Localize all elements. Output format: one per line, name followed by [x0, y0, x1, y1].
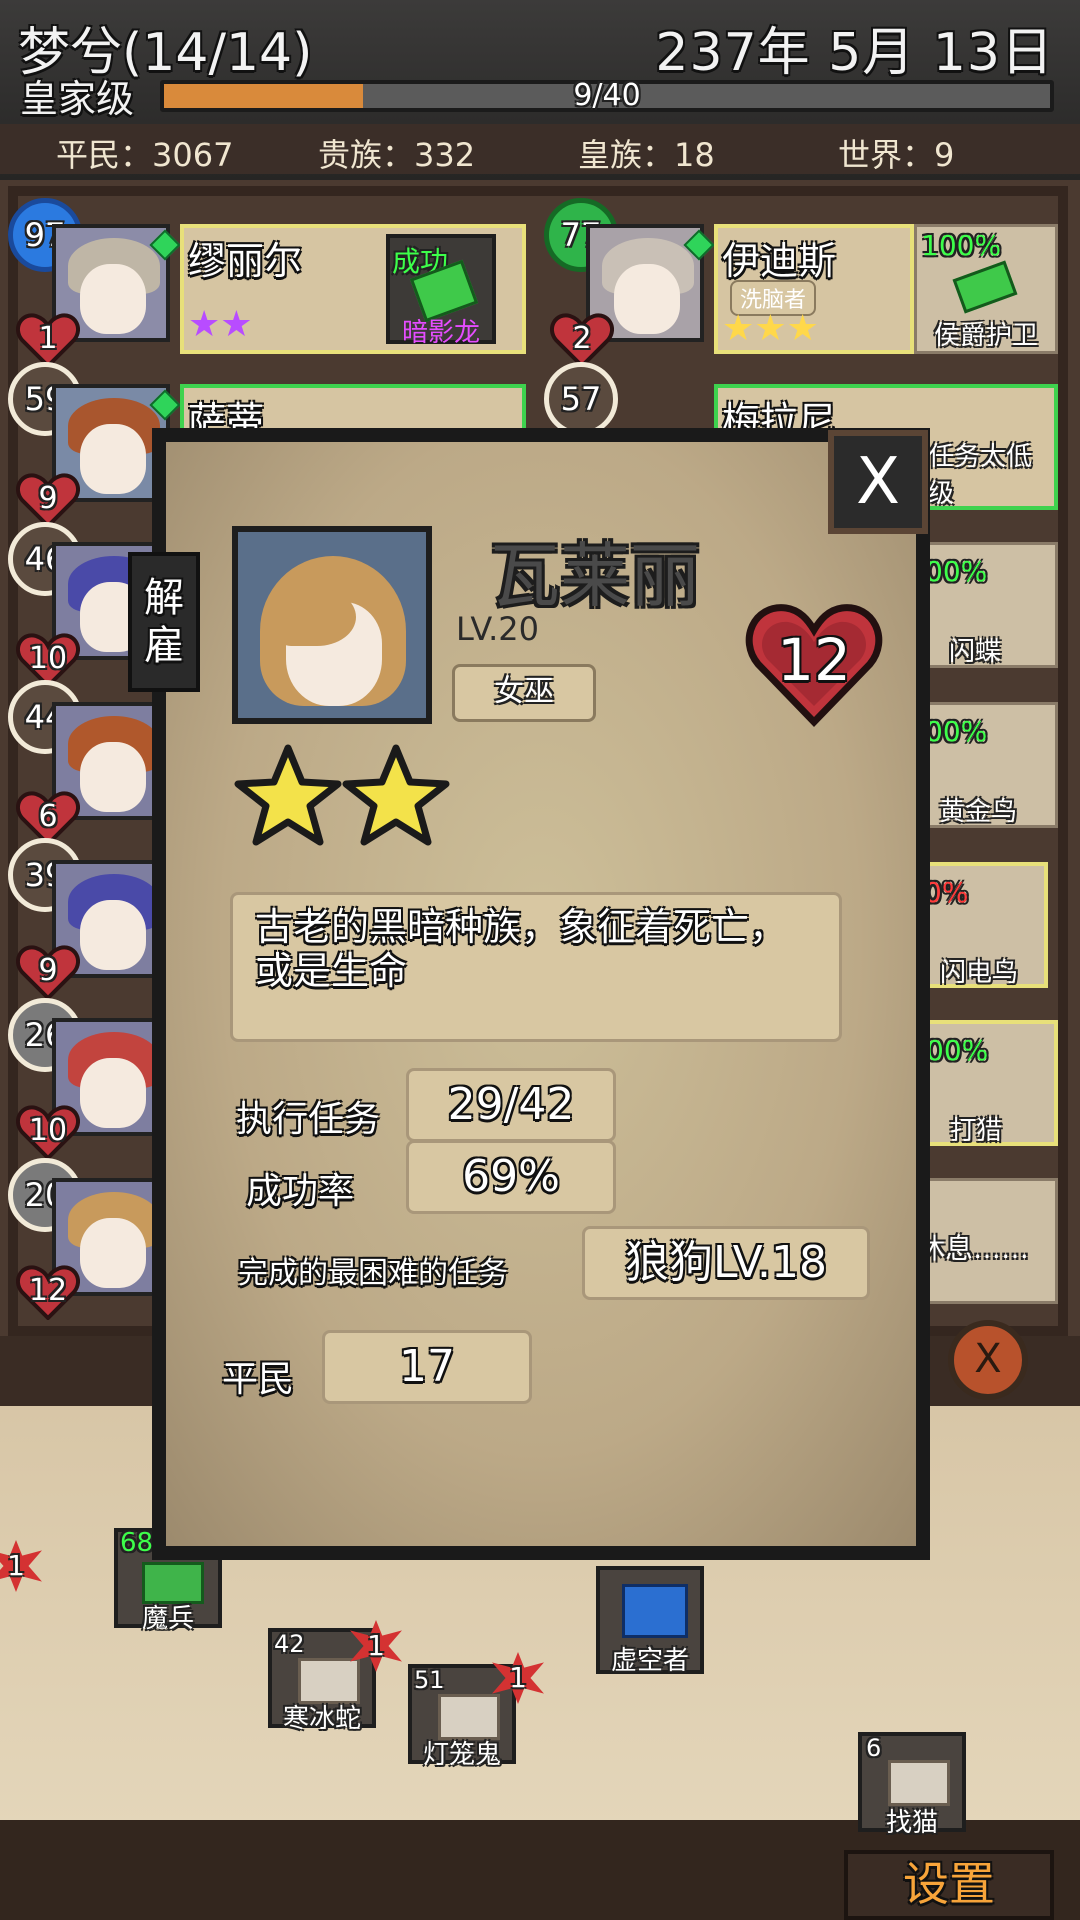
hero-hearts: 9	[38, 953, 58, 988]
task-count: 42	[274, 1630, 305, 1658]
success-rate-value: 69%	[406, 1140, 616, 1214]
hero-name: 缪丽尔	[188, 239, 303, 283]
scroll-pile-icon	[888, 1760, 950, 1806]
hero-hearts: 1	[38, 321, 58, 356]
hero-name: 伊迪斯	[722, 239, 837, 283]
floor-task[interactable]: 虚空者	[596, 1566, 704, 1676]
missions-value: 29/42	[406, 1068, 616, 1142]
hero-hearts: 9	[38, 481, 58, 516]
top-header: 梦兮(14/14) 237年 5月 13日 皇家级 9/40 平民：3067 贵…	[0, 0, 1080, 180]
task-slot[interactable]: 休息……	[914, 1178, 1058, 1304]
xp-progress-bar: 9/40	[160, 78, 1054, 113]
hero-detail-class: 女巫	[452, 664, 596, 722]
cancel-icon[interactable]: X	[948, 1320, 1028, 1400]
rest-note: 休息……	[917, 1232, 1030, 1265]
settings-button[interactable]: 设置	[844, 1850, 1054, 1920]
hero-hearts: 10	[28, 1113, 68, 1148]
heart-icon: 9	[16, 470, 80, 528]
class-rank-value: 17	[322, 1330, 532, 1404]
task-percent: 0%	[924, 876, 969, 909]
task-name: 黄金鸟	[939, 797, 1018, 827]
task-percent: 00%	[926, 1034, 989, 1067]
dismiss-hero-button[interactable]: 解雇	[128, 552, 200, 692]
task-count: 6	[866, 1734, 882, 1762]
task-percent: 00%	[925, 555, 988, 588]
game-date: 237年 5月 13日	[655, 23, 1054, 83]
scroll-icon	[952, 260, 1018, 314]
star-icon	[234, 744, 342, 846]
floor-task[interactable]: 51 灯笼鬼	[408, 1664, 516, 1770]
scroll-pile-icon	[622, 1584, 688, 1638]
task-count: 68	[120, 1528, 154, 1558]
hero-stars: ★★★	[722, 308, 819, 349]
task-slot[interactable]: 00% 打猎	[914, 1020, 1058, 1146]
hero-hearts: 10	[28, 641, 68, 676]
resource-bar: 平民：3067 贵族：332 皇族：18 世界：9	[0, 124, 1080, 174]
hero-description: 古老的黑暗种族，象征着死亡，或是生命	[230, 892, 842, 1042]
success-rate-label: 成功率	[246, 1171, 355, 1212]
xp-progress-text: 9/40	[573, 78, 641, 113]
royals-count: 皇族：18	[578, 136, 715, 174]
hero-detail-portrait	[232, 526, 432, 724]
task-name: 找猫	[885, 1808, 938, 1838]
task-slot[interactable]: 00% 黄金鸟	[914, 702, 1058, 828]
task-name: 闪蝶	[949, 637, 1002, 667]
hero-detail-level: LV.20	[456, 610, 539, 648]
close-dialog-button[interactable]: X	[828, 430, 928, 534]
hero-card[interactable]: 缪丽尔 ★★ 成功 暗影龙	[180, 224, 526, 354]
hero-hearts: 2	[572, 321, 592, 356]
guild-rank: 皇家级	[20, 77, 135, 121]
hardest-task-value: 狼狗LV.18	[582, 1226, 870, 1300]
task-name: 寒冰蛇	[282, 1704, 361, 1734]
hardest-task-label: 完成的最困难的任务	[238, 1256, 508, 1291]
heart-icon: 12	[16, 1262, 80, 1320]
task-name: 灯笼鬼	[422, 1740, 501, 1770]
heart-icon: 2	[550, 310, 614, 368]
task-count: 51	[414, 1666, 445, 1694]
task-name: 虚空者	[610, 1646, 689, 1676]
hero-hearts: 6	[38, 799, 58, 834]
task-name: 暗影龙	[401, 318, 480, 348]
nobles-count: 贵族：332	[318, 136, 476, 174]
task-slot[interactable]: 100% 侯爵护卫	[914, 224, 1058, 354]
missions-label: 执行任务	[236, 1099, 381, 1140]
task-percent: 00%	[925, 715, 988, 748]
hero-hearts: 12	[28, 1273, 68, 1308]
task-name: 打猎	[950, 1116, 1003, 1146]
task-slot[interactable]: 成功 暗影龙	[386, 234, 496, 348]
task-name: 侯爵护卫	[933, 321, 1038, 351]
heart-icon: 10	[16, 1102, 80, 1160]
task-slot[interactable]: 00% 闪蝶	[914, 542, 1058, 668]
hero-bangs	[278, 588, 356, 646]
task-name: 魔兵	[141, 1604, 194, 1634]
heart-icon: 1	[16, 310, 80, 368]
floor-task[interactable]: 6 找猫	[858, 1732, 966, 1838]
task-slot[interactable]: 0% 闪电鸟	[914, 862, 1048, 988]
star-icon	[342, 744, 450, 846]
task-note: 任务太低级	[928, 442, 1033, 509]
hero-detail-name: 瓦莱丽	[490, 535, 700, 617]
hero-stars: ★★	[188, 304, 253, 345]
commoners-count: 平民：3067	[56, 136, 234, 174]
floor-task[interactable]: 42 寒冰蛇	[268, 1628, 376, 1734]
task-name: 闪电鸟	[940, 958, 1019, 988]
task-percent: 100%	[921, 229, 1002, 262]
hero-level-badge: 57	[544, 362, 618, 436]
hero-card[interactable]: 伊迪斯 洗脑者 ★★★	[714, 224, 914, 354]
world-count: 世界：9	[838, 136, 955, 174]
hero-detail-hearts: 12	[777, 626, 851, 694]
heart-icon: 9	[16, 942, 80, 1000]
class-rank-label: 平民	[222, 1359, 295, 1400]
